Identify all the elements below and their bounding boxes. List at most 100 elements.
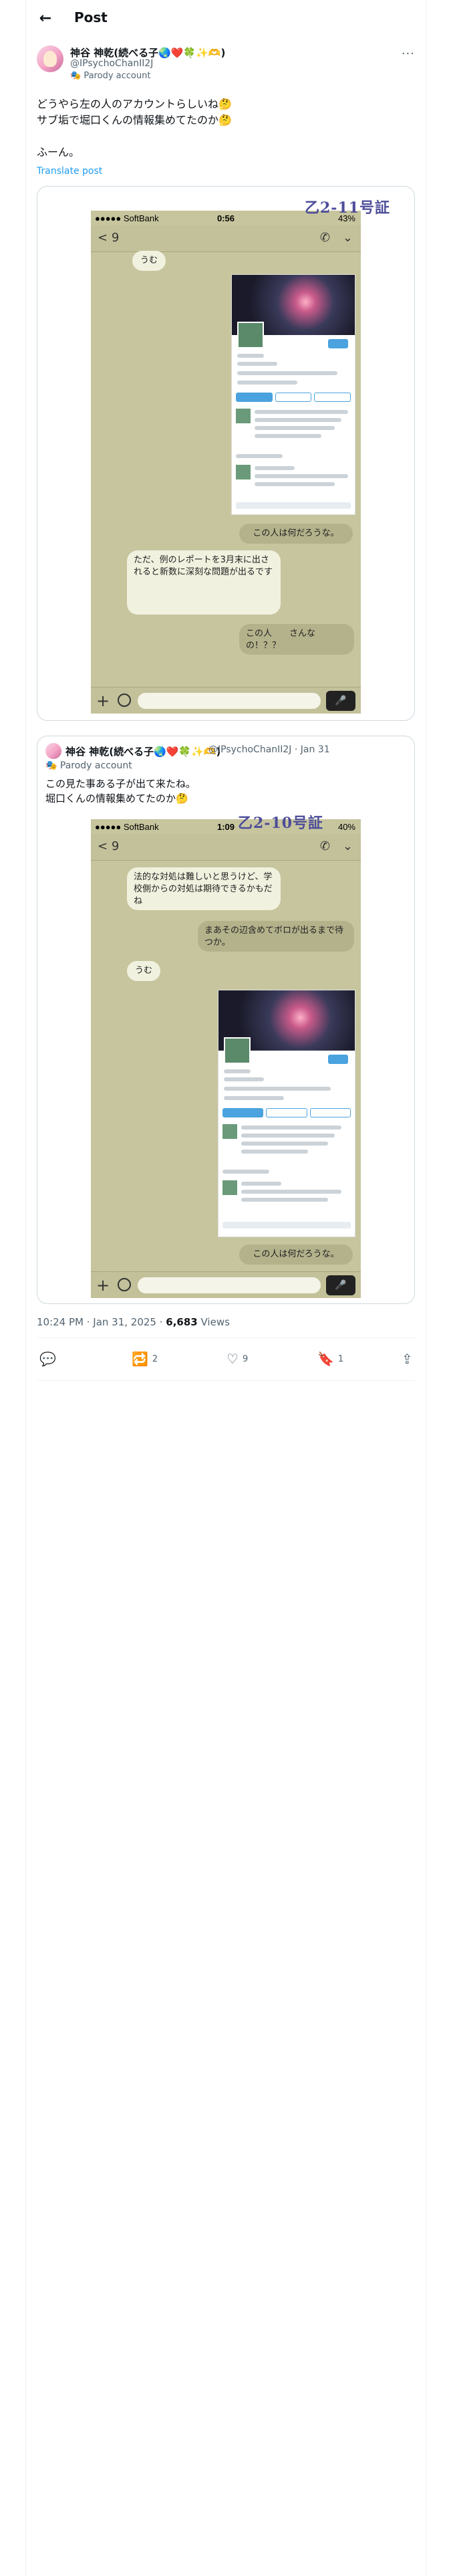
page-title: Post: [74, 9, 108, 25]
chat-input-bar: + 🎤: [91, 1271, 361, 1298]
chevron-down-icon: ⌄: [342, 231, 353, 245]
author-handle[interactable]: @IPsychoChanII2J: [70, 58, 153, 69]
quoted-text: この見た事ある子が出て来たね。 堀口くんの情報集めてたのか🤔: [45, 776, 196, 806]
author-name[interactable]: 神谷 神乾(続べる子🌏❤️🍀✨🫶): [70, 45, 225, 60]
mic-icon: 🎤: [326, 691, 355, 711]
quoted-author-name: 神谷 神乾(続べる子🌏❤️🍀✨🫶): [65, 746, 221, 758]
arrow-left-icon[interactable]: ←: [37, 9, 54, 27]
chat-nav: < 9 ✆ ⌄: [91, 834, 361, 861]
text-line: [255, 434, 321, 438]
views-count: 6,683: [166, 1316, 198, 1328]
parody-badge: 🎭 Parody account: [70, 71, 150, 81]
text-line: [222, 1170, 269, 1174]
chat-bubble: 法的な対処は難しいと思うけど、学校側からの対処は期待できるかもだね: [127, 867, 281, 910]
tweet-avatar: [236, 465, 251, 479]
chat-bubble: うむ: [132, 251, 166, 271]
chat-screenshot: ●●●●● SoftBank 1:09 40% < 9 ✆ ⌄ 法的な対処は難し…: [91, 819, 361, 1298]
post-text: どうやら左の人のアカウントらしいね🤔 サブ垢で堀口くんの情報集めてたのか🤔 ふー…: [37, 96, 232, 160]
text-line: [255, 426, 335, 430]
post-line: どうやら左の人のアカウントらしいね🤔: [37, 98, 232, 110]
nav-count: 9: [111, 839, 120, 853]
profile-picture: [237, 322, 264, 348]
text-line: [224, 1087, 331, 1091]
tweet-avatar: [222, 1124, 237, 1139]
share-icon: ⇪: [402, 1351, 413, 1367]
parody-badge: 🎭 Parody account: [45, 760, 132, 771]
chevron-down-icon: ⌄: [342, 839, 353, 853]
follow-button: [328, 1055, 348, 1064]
bookmark-count: 1: [337, 1354, 344, 1364]
mask-icon: 🎭: [45, 760, 60, 771]
back-count: < 9: [98, 839, 120, 853]
post-media[interactable]: ●●●●● SoftBank 0:56 43% < 9 ✆ ⌄ うむ この人は何…: [37, 186, 415, 721]
text-line: [237, 381, 297, 385]
like-count: 9: [242, 1354, 249, 1364]
text-line: [255, 410, 348, 414]
text-line: [237, 362, 277, 366]
text-line: [255, 418, 341, 422]
action-bar: 💬 🔁 2 ♡ 9 🔖 1 ⇪: [37, 1343, 415, 1375]
reply-button[interactable]: 💬: [39, 1351, 60, 1367]
avatar[interactable]: [37, 45, 63, 72]
text-line: [241, 1190, 341, 1194]
quoted-post[interactable]: 神谷 神乾(続べる子🌏❤️🍀✨🫶) @IPsychoChanII2J · Jan…: [37, 736, 415, 1304]
chat-input-bar: + 🎤: [91, 687, 361, 714]
post-meta: 10:24 PM · Jan 31, 2025 · 6,683 Views: [37, 1316, 230, 1328]
tab-bar: [236, 502, 351, 509]
plus-icon: +: [96, 691, 110, 710]
like-button[interactable]: ♡ 9: [227, 1351, 248, 1367]
translate-link[interactable]: Translate post: [37, 166, 102, 177]
divider: [37, 1337, 415, 1338]
profile-tabs: [236, 393, 351, 402]
avatar: [45, 743, 61, 759]
text-line: [224, 1069, 251, 1073]
author-block: 神谷 神乾(続べる子🌏❤️🍀✨🫶) @IPsychoChanII2J 🎭 Par…: [37, 45, 415, 83]
tab-bar: [222, 1222, 351, 1228]
chat-bubble: まあその辺含めてボロが出るまで待つか。: [198, 921, 354, 952]
phone-icon: ✆: [319, 839, 330, 853]
chat-screenshot: ●●●●● SoftBank 0:56 43% < 9 ✆ ⌄ うむ この人は何…: [91, 211, 361, 714]
tweet-avatar: [222, 1180, 237, 1195]
text-line: [236, 454, 283, 458]
chat-bubble: うむ: [127, 961, 160, 981]
post-line: サブ垢で堀口くんの情報集めてたのか🤔: [37, 114, 232, 126]
profile-picture: [224, 1037, 251, 1064]
profile-tabs: [222, 1108, 351, 1117]
message-field: [138, 1277, 321, 1293]
timeline-column: ← Post 神谷 神乾(続べる子🌏❤️🍀✨🫶) @IPsychoChanII2…: [25, 0, 426, 2576]
post-timestamp[interactable]: 10:24 PM · Jan 31, 2025 ·: [37, 1316, 166, 1328]
text-line: [241, 1182, 281, 1186]
views-label: Views: [197, 1316, 230, 1328]
parody-label: Parody account: [59, 760, 132, 771]
follow-button: [328, 339, 348, 348]
exhibit-stamp: 乙2-10号証: [238, 815, 324, 832]
back-count: < 9: [98, 231, 120, 245]
mic-icon: 🎤: [326, 1275, 355, 1295]
more-icon[interactable]: ···: [402, 47, 415, 61]
embedded-profile-screenshot: [218, 990, 355, 1237]
text-line: [241, 1142, 328, 1146]
quoted-line: 堀口くんの情報集めてたのか🤔: [45, 792, 188, 804]
nav-count: 9: [111, 231, 120, 245]
emoji-icon: [118, 1278, 131, 1291]
text-line: [241, 1125, 341, 1130]
battery-label: 40%: [337, 822, 355, 832]
text-line: [241, 1150, 308, 1154]
text-line: [224, 1077, 264, 1081]
share-button[interactable]: ⇪: [402, 1351, 413, 1367]
parody-label: Parody account: [84, 71, 151, 81]
text-line: [237, 354, 264, 358]
text-line: [255, 474, 348, 478]
chat-bubble: ただ、例のレポートを3月末に出されると新数に深刻な問題が出るです: [127, 550, 281, 615]
repost-button[interactable]: 🔁 2: [132, 1351, 158, 1367]
text-line: [241, 1198, 328, 1202]
phone-icon: ✆: [319, 231, 330, 245]
heart-icon: ♡: [227, 1351, 239, 1367]
text-line: [241, 1134, 335, 1138]
text-line: [255, 482, 335, 486]
bookmark-button[interactable]: 🔖 1: [317, 1351, 343, 1367]
post-line: ふーん。: [37, 146, 80, 158]
text-line: [237, 371, 337, 375]
quoted-line: この見た事ある子が出て来たね。: [45, 778, 196, 790]
chat-bubble: この人は何だろうな。: [239, 1245, 353, 1265]
